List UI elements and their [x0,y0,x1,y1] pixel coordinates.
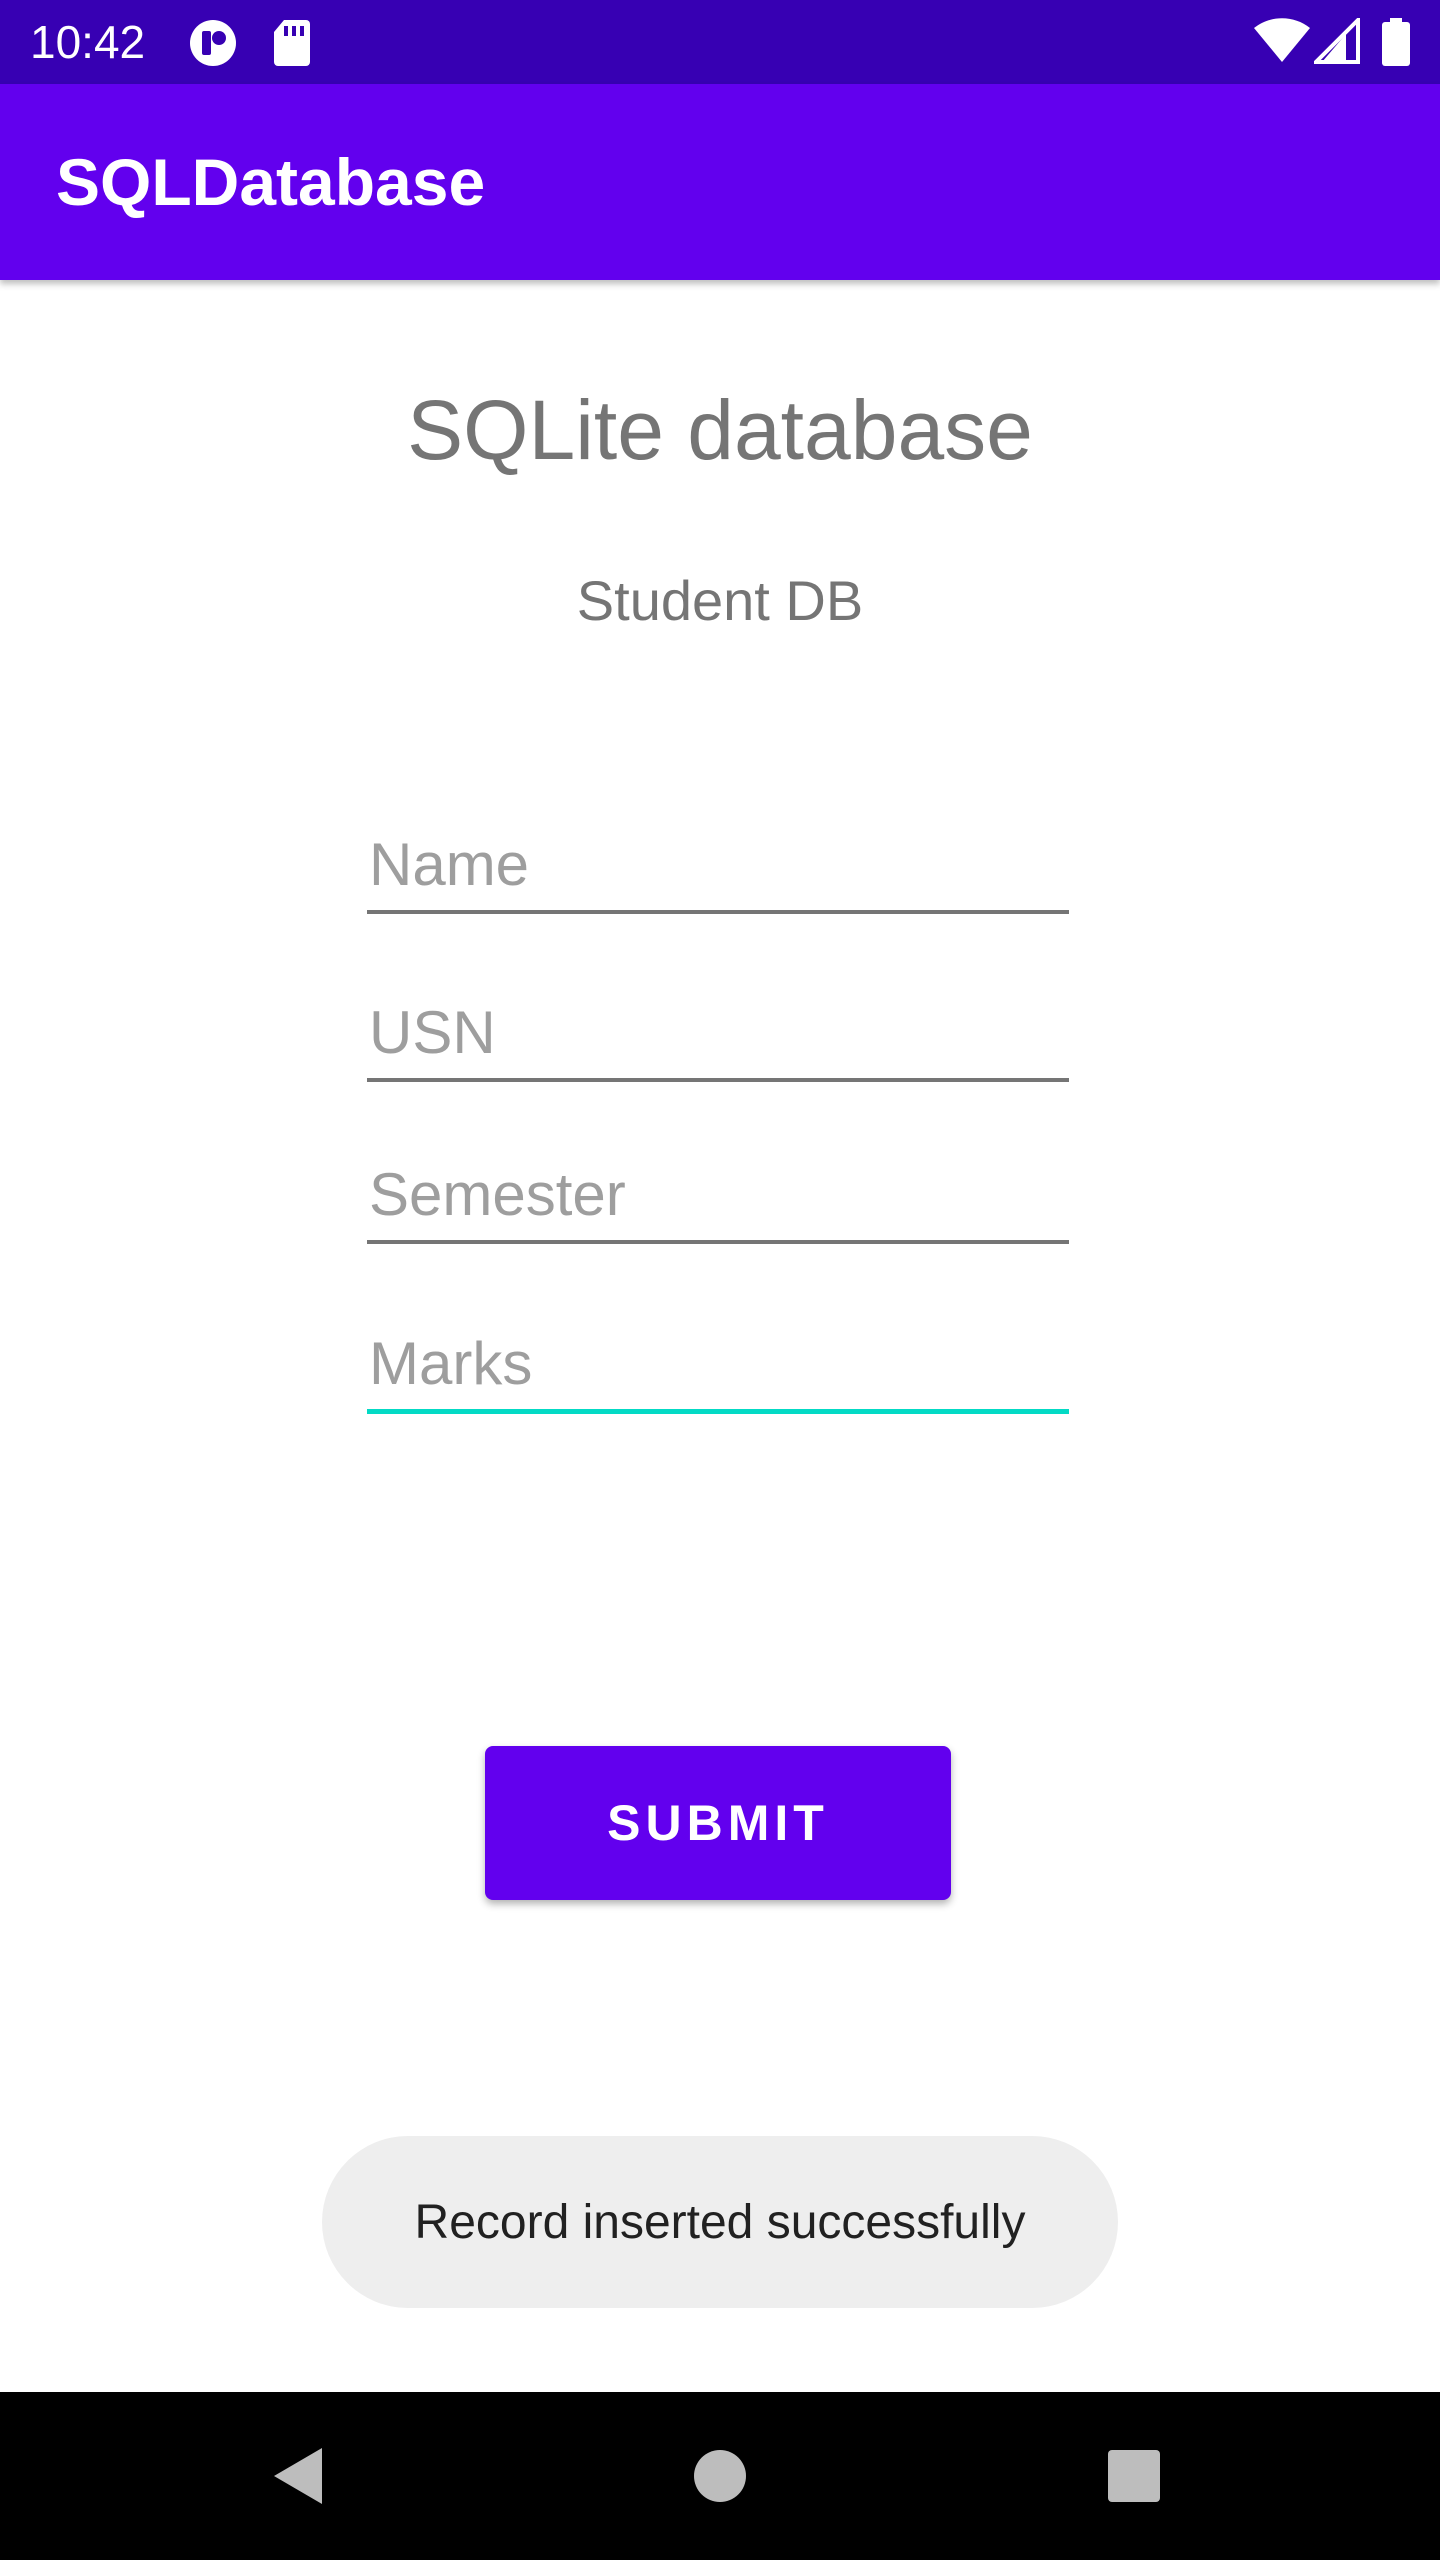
name-field[interactable] [367,818,1069,914]
submit-button[interactable]: SUBMIT [485,1746,951,1900]
signal-icon [1314,18,1360,64]
marks-field-container [367,1318,1069,1414]
page-subtitle: Student DB [576,569,864,632]
toast-message: Record inserted successfully [322,2136,1118,2308]
toast-text: Record inserted successfully [414,2195,1026,2249]
page-title: SQLite database [407,383,1033,477]
app-bar: SQLDatabase [0,84,1440,280]
app-notification-icon [190,20,236,66]
status-bar: 10:42 [0,0,1440,84]
back-icon[interactable] [260,2436,340,2516]
name-field-container [367,818,1069,914]
navigation-bar [0,2392,1440,2560]
usn-field-container [367,986,1069,1082]
recents-icon[interactable] [1094,2436,1174,2516]
status-time: 10:42 [30,16,146,68]
sd-card-icon [274,20,310,66]
battery-icon [1382,18,1410,66]
semester-field[interactable] [367,1148,1069,1244]
wifi-icon [1254,18,1310,62]
usn-field[interactable] [367,986,1069,1082]
semester-field-container [367,1148,1069,1244]
app-title: SQLDatabase [56,145,486,219]
marks-field[interactable] [367,1318,1069,1414]
home-icon[interactable] [680,2436,760,2516]
